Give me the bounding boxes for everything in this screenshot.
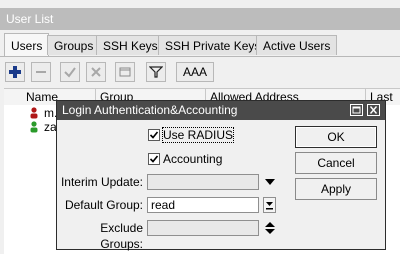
comment-icon xyxy=(119,67,131,77)
tab-users[interactable]: Users xyxy=(4,33,50,57)
interim-update-field[interactable] xyxy=(147,174,259,190)
window-title: User List xyxy=(0,8,400,30)
tab-active-users[interactable]: Active Users xyxy=(256,35,338,55)
checkmark-icon xyxy=(149,131,159,139)
cancel-button[interactable]: Cancel xyxy=(295,152,377,174)
cross-icon xyxy=(91,67,101,77)
tab-ssh-private-keys[interactable]: SSH Private Keys xyxy=(158,35,268,55)
tab-divider xyxy=(0,56,400,57)
close-icon xyxy=(369,106,378,114)
remove-button[interactable] xyxy=(31,62,51,82)
user-icon xyxy=(30,121,38,133)
dropdown-arrow-icon[interactable] xyxy=(265,179,275,185)
minus-icon xyxy=(36,71,46,73)
tab-ssh-keys[interactable]: SSH Keys xyxy=(96,35,165,55)
check-icon xyxy=(64,67,76,78)
apply-button[interactable]: Apply xyxy=(295,178,377,200)
up-down-arrow-icon[interactable] xyxy=(265,222,275,234)
use-radius-label[interactable]: Use RADIUS xyxy=(161,127,235,143)
ok-button[interactable]: OK xyxy=(295,126,377,148)
interim-update-label: Interim Update: xyxy=(60,175,143,189)
dialog-title: Login Authentication&Accounting xyxy=(57,101,385,120)
filter-icon xyxy=(149,66,163,78)
accounting-label[interactable]: Accounting xyxy=(163,152,222,166)
default-group-dropdown[interactable] xyxy=(263,197,276,213)
default-group-label: Default Group: xyxy=(64,198,143,212)
tab-bar: Users Groups SSH Keys SSH Private Keys A… xyxy=(0,33,400,57)
exclude-groups-label: Exclude Groups: xyxy=(100,221,143,251)
aaa-button[interactable]: AAA xyxy=(176,62,215,82)
disable-button[interactable] xyxy=(86,62,106,82)
toolbar: AAA xyxy=(0,60,400,86)
accounting-checkbox[interactable] xyxy=(148,153,160,165)
exclude-groups-field[interactable] xyxy=(147,220,259,236)
checkmark-icon xyxy=(149,155,159,163)
maximize-button[interactable] xyxy=(350,104,363,116)
add-button[interactable] xyxy=(5,62,25,82)
use-radius-checkbox[interactable] xyxy=(148,129,160,141)
dropdown-arrow-icon xyxy=(266,202,273,210)
close-button[interactable] xyxy=(367,104,380,116)
login-aaa-dialog: Login Authentication&Accounting Use RADI… xyxy=(56,100,386,251)
enable-button[interactable] xyxy=(60,62,80,82)
maximize-icon xyxy=(352,106,361,114)
comment-button[interactable] xyxy=(115,62,135,82)
filter-button[interactable] xyxy=(146,62,166,82)
tab-groups[interactable]: Groups xyxy=(47,35,101,55)
default-group-field[interactable]: read xyxy=(147,197,259,213)
user-icon xyxy=(30,107,38,119)
plus-icon xyxy=(9,66,21,78)
user-name: za xyxy=(44,120,57,134)
